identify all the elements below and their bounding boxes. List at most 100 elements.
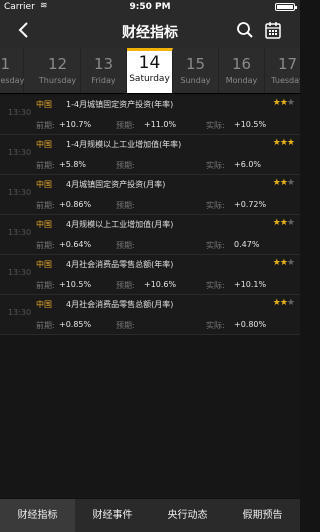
- tab-item[interactable]: 财经指标: [0, 499, 75, 532]
- event-name: 1-4月城镇固定资产投资(年率): [66, 100, 174, 109]
- star-icon: ★: [279, 298, 288, 308]
- star-icon: ★: [286, 258, 295, 268]
- value-prev: +0.85%: [59, 320, 92, 329]
- event-time: 13:30: [8, 268, 32, 277]
- tab-item[interactable]: 财经事件: [75, 499, 150, 532]
- star-icon: ★: [272, 178, 281, 188]
- search-icon[interactable]: [236, 21, 254, 39]
- event-time: 13:30: [8, 148, 32, 157]
- date-item[interactable]: 16 Monday: [219, 48, 265, 93]
- event-time: 13:30: [8, 108, 32, 117]
- star-icon: ★: [279, 178, 288, 188]
- value-actual: +0.72%: [234, 200, 267, 209]
- calendar-icon[interactable]: [265, 21, 281, 39]
- date-weekday: Saturday: [129, 74, 170, 84]
- importance-stars: ★★★: [272, 258, 295, 268]
- value-actual: +10.1%: [234, 280, 267, 289]
- star-icon: ★: [272, 218, 281, 228]
- event-time: 13:30: [8, 188, 32, 197]
- clock: 9:50 PM: [129, 2, 171, 12]
- list-item[interactable]: 13:30 中国 1-4月城镇固定资产投资(年率) ★★★ 前期: +10.7% 预期: +1…: [0, 95, 300, 135]
- value-actual: +10.5%: [234, 120, 267, 129]
- star-icon: ★: [279, 98, 288, 108]
- star-icon: ★: [286, 178, 295, 188]
- importance-stars: ★★★: [272, 98, 295, 108]
- date-weekday: Wednesday: [0, 76, 25, 85]
- value-actual: +6.0%: [234, 160, 262, 169]
- page-title: 财经指标: [122, 25, 178, 41]
- star-icon: ★: [286, 98, 295, 108]
- date-strip: 11Wednesday12Thursday13Friday14Saturday1…: [0, 48, 300, 94]
- value-label-prev: 前期:: [36, 201, 55, 210]
- value-prev: +10.7%: [59, 120, 92, 129]
- date-number: 11: [0, 55, 11, 73]
- list-item[interactable]: 13:30 中国 1-4月规模以上工业增加值(年率) ★★★ 前期: +5.8% 预期: 实际…: [0, 135, 300, 175]
- value-prev: +0.86%: [59, 200, 92, 209]
- importance-stars: ★★★: [273, 138, 295, 148]
- date-number: 14: [138, 53, 161, 73]
- event-country: 中国: [36, 260, 52, 269]
- event-country: 中国: [36, 220, 52, 229]
- date-weekday: Tuesday: [271, 76, 300, 85]
- star-icon: ★: [279, 218, 288, 228]
- event-time: 13:30: [8, 228, 32, 237]
- list-item[interactable]: 13:30 中国 4月规模以上工业增加值(月率) ★★★ 前期: +0.64% 预期: 实际:…: [0, 215, 300, 255]
- battery-icon: [275, 3, 297, 11]
- date-item[interactable]: 15 Sunday: [173, 48, 219, 93]
- event-name: 1-4月规模以上工业增加值(年率): [66, 140, 182, 149]
- value-actual: 0.47%: [234, 240, 260, 249]
- date-weekday: Sunday: [180, 76, 211, 85]
- event-country: 中国: [36, 180, 52, 189]
- value-forecast: +10.6%: [144, 280, 177, 289]
- nav-bar: 财经指标: [0, 14, 300, 48]
- star-icon: ★: [272, 98, 281, 108]
- date-weekday: Thursday: [38, 76, 77, 85]
- date-item[interactable]: 17 Tuesday: [265, 48, 300, 93]
- app-root: Carrier ≋ 9:50 PM 财经指标 11 Wednesday 12 Thur…: [0, 0, 300, 532]
- importance-stars: ★★★: [273, 298, 295, 308]
- star-icon: ★: [286, 298, 295, 308]
- value-label-actual: 实际:: [206, 121, 225, 130]
- bottom-tab-bar: 财经指标 财经事件 央行动态 假期预告: [0, 498, 300, 532]
- value-label-prev: 前期:: [36, 321, 55, 330]
- value-label-forecast: 预期:: [116, 161, 135, 170]
- star-icon: ★: [279, 138, 288, 148]
- date-item[interactable]: 13 Friday: [81, 48, 127, 93]
- date-item[interactable]: 12 Thursday: [35, 48, 81, 93]
- value-label-actual: 实际:: [206, 201, 225, 210]
- date-item[interactable]: 14 Saturday: [127, 48, 173, 93]
- list-item[interactable]: 13:30 中国 4月社会消费品零售总额(年率) ★★★ 前期: +10.5% 预期: +10…: [0, 255, 300, 295]
- list-item[interactable]: 13:30 中国 4月社会消费品零售总额(月率) ★★★ 前期: +0.85% 预期: 实际:…: [0, 295, 300, 335]
- event-name: 4月社会消费品零售总额(月率): [66, 300, 174, 309]
- value-label-prev: 前期:: [36, 281, 55, 290]
- tab-item[interactable]: 假期预告: [225, 499, 300, 532]
- event-name: 4月城镇固定资产投资(月率): [66, 180, 166, 189]
- value-label-prev: 前期:: [36, 161, 55, 170]
- event-country: 中国: [36, 140, 52, 149]
- star-icon: ★: [286, 218, 295, 228]
- date-item[interactable]: 11 Wednesday: [0, 48, 25, 93]
- tab-item[interactable]: 央行动态: [150, 499, 225, 532]
- value-forecast: +11.0%: [144, 120, 177, 129]
- value-label-actual: 实际:: [206, 241, 225, 250]
- event-name: 4月社会消费品零售总额(年率): [66, 260, 174, 269]
- event-country: 中国: [36, 100, 52, 109]
- value-label-forecast: 预期:: [116, 321, 135, 330]
- date-number: 16: [231, 55, 252, 73]
- star-icon: ★: [286, 138, 295, 148]
- event-country: 中国: [36, 300, 52, 309]
- value-label-actual: 实际:: [206, 321, 225, 330]
- list-item[interactable]: 13:30 中国 4月城镇固定资产投资(月率) ★★★ 前期: +0.86% 预期: 实际: +…: [0, 175, 300, 215]
- date-number: 12: [47, 55, 68, 73]
- value-label-actual: 实际:: [206, 161, 225, 170]
- date-weekday: Friday: [91, 76, 116, 85]
- event-time: 13:30: [8, 308, 32, 317]
- date-number: 13: [93, 55, 114, 73]
- importance-stars: ★★★: [272, 218, 295, 228]
- date-number: 17: [277, 55, 298, 73]
- importance-stars: ★★★: [272, 178, 295, 188]
- value-prev: +5.8%: [59, 160, 87, 169]
- star-icon: ★: [272, 258, 281, 268]
- value-prev: +10.5%: [59, 280, 92, 289]
- indicator-list: 13:30 中国 1-4月城镇固定资产投资(年率) ★★★ 前期: +10.7% 预期: +1…: [0, 95, 300, 335]
